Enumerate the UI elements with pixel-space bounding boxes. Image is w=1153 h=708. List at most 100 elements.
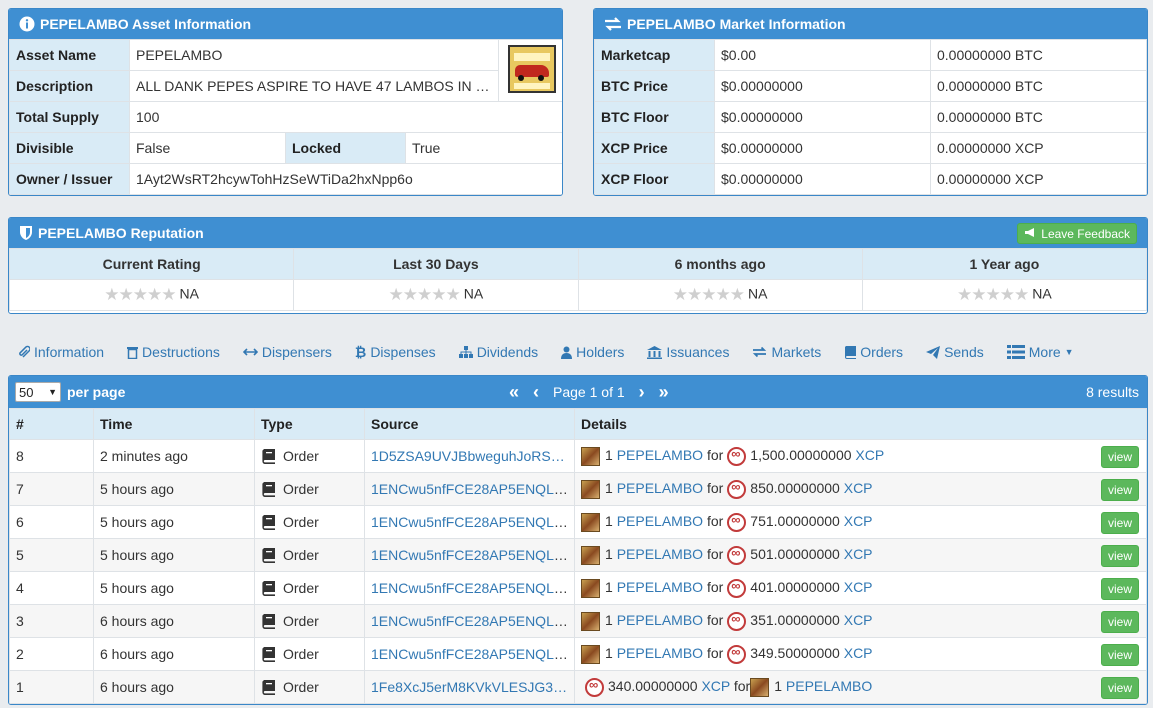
exchange-icon xyxy=(752,346,767,358)
book-icon xyxy=(261,647,276,663)
give-asset-link[interactable]: PEPELAMBO xyxy=(617,546,703,562)
row-type-label: Order xyxy=(283,447,319,464)
give-asset-link[interactable]: PEPELAMBO xyxy=(617,447,703,463)
get-asset-link[interactable]: XCP xyxy=(844,579,873,595)
get-asset-link[interactable]: XCP xyxy=(844,612,873,628)
rep-1year-value: NA xyxy=(1032,285,1052,302)
give-quantity: 1 xyxy=(605,578,613,595)
rep-6months-cell: ★★★★★ NA xyxy=(577,279,863,311)
next-page-icon[interactable]: › xyxy=(639,382,645,403)
asset-thumbnail-icon xyxy=(581,512,600,532)
get-asset-link[interactable]: XCP xyxy=(844,645,873,661)
row-number: 7 xyxy=(9,472,94,506)
asset-info-panel: PEPELAMBO Asset Information Asset Name P… xyxy=(8,8,563,196)
give-asset-link[interactable]: PEPELAMBO xyxy=(617,513,703,529)
give-asset-link[interactable]: PEPELAMBO xyxy=(617,612,703,628)
for-text: for xyxy=(706,611,724,628)
tab-dividends[interactable]: Dividends xyxy=(458,344,538,360)
view-button[interactable]: view xyxy=(1100,578,1139,600)
view-button[interactable]: view xyxy=(1100,545,1139,567)
for-text: for xyxy=(706,479,724,496)
market-label: Marketcap xyxy=(594,39,715,71)
tab-more-dropdown[interactable]: More ▼ xyxy=(1006,344,1074,360)
page-indicator: Page 1 of 1 xyxy=(553,384,625,400)
leave-feedback-button[interactable]: Leave Feedback xyxy=(1017,223,1137,244)
locked-label: Locked xyxy=(285,132,406,164)
per-page-select[interactable]: 50 ▼ xyxy=(15,382,61,402)
tab-dispensers[interactable]: Dispensers xyxy=(242,344,332,360)
row-type: Order xyxy=(254,670,365,704)
pagination: « ‹ Page 1 of 1 › » xyxy=(509,376,669,408)
tab-sends[interactable]: Sends xyxy=(926,344,984,360)
per-page-label: per page xyxy=(67,384,126,400)
give-quantity: 1 xyxy=(605,611,613,628)
get-asset-link[interactable]: XCP xyxy=(844,513,873,529)
xcp-icon xyxy=(727,611,747,631)
view-button[interactable]: view xyxy=(1100,446,1139,468)
asset-image-cell xyxy=(498,39,562,102)
source-address-link[interactable]: 1ENCwu5nfFCE28AP5ENQLi… xyxy=(371,646,571,662)
give-asset-link[interactable]: XCP xyxy=(701,678,730,694)
give-asset-link[interactable]: PEPELAMBO xyxy=(617,579,703,595)
last-page-icon[interactable]: » xyxy=(659,382,669,403)
sitemap-icon xyxy=(458,346,473,358)
view-button[interactable]: view xyxy=(1100,512,1139,534)
select-caret-icon: ▼ xyxy=(48,387,57,397)
exchange-arrows-icon xyxy=(604,16,622,32)
give-asset-link[interactable]: PEPELAMBO xyxy=(617,645,703,661)
tab-dispenses[interactable]: ₿ Dispenses xyxy=(355,344,436,360)
view-button[interactable]: view xyxy=(1100,611,1139,633)
asset-info-header: PEPELAMBO Asset Information xyxy=(9,9,562,39)
source-address-link[interactable]: 1Fe8XcJ5erM8KVkVLESJG3… xyxy=(371,679,567,695)
give-asset-link[interactable]: PEPELAMBO xyxy=(617,480,703,496)
get-quantity: 349.50000000 xyxy=(750,644,840,661)
market-alt-value: 0.00000000 BTC xyxy=(930,39,1147,71)
first-page-icon[interactable]: « xyxy=(509,382,519,403)
get-asset-link[interactable]: PEPELAMBO xyxy=(786,678,872,694)
market-alt-value: 0.00000000 XCP xyxy=(930,132,1147,164)
row-source: 1D5ZSA9UVJBbweguhJoRS… xyxy=(364,439,575,473)
tab-destructions-label: Destructions xyxy=(142,344,220,360)
bitcoin-icon: ₿ xyxy=(354,344,367,360)
bank-icon xyxy=(647,345,663,359)
source-address-link[interactable]: 1ENCwu5nfFCE28AP5ENQLi… xyxy=(371,613,571,629)
view-button[interactable]: view xyxy=(1100,479,1139,501)
asset-card-image[interactable] xyxy=(507,45,556,93)
source-address-link[interactable]: 1ENCwu5nfFCE28AP5ENQLi… xyxy=(371,514,571,530)
tab-dispensers-label: Dispensers xyxy=(261,344,332,360)
tab-issuances[interactable]: Issuances xyxy=(647,344,729,360)
row-details: 340.00000000 XCP for 1 PEPELAMBO view xyxy=(574,670,1147,704)
owner-label: Owner / Issuer xyxy=(9,163,130,195)
rep-current-value: NA xyxy=(179,285,199,302)
tab-markets[interactable]: Markets xyxy=(752,344,821,360)
book-icon xyxy=(261,581,276,597)
asset-info-title: PEPELAMBO Asset Information xyxy=(40,16,252,32)
row-type: Order xyxy=(254,604,365,638)
get-asset-link[interactable]: XCP xyxy=(844,480,873,496)
col-details: Details xyxy=(574,408,1147,440)
source-address-link[interactable]: 1ENCwu5nfFCE28AP5ENQLi… xyxy=(371,547,571,563)
source-address-link[interactable]: 1D5ZSA9UVJBbweguhJoRS… xyxy=(371,448,565,464)
book-icon xyxy=(261,548,276,564)
row-type: Order xyxy=(254,538,365,572)
get-asset-link[interactable]: XCP xyxy=(844,546,873,562)
divisible-label: Divisible xyxy=(9,132,130,164)
tab-holders[interactable]: Holders xyxy=(561,344,624,360)
view-button[interactable]: view xyxy=(1100,677,1139,699)
prev-page-icon[interactable]: ‹ xyxy=(533,382,539,403)
rep-1year-cell: ★★★★★ NA xyxy=(861,279,1147,311)
get-quantity: 1 xyxy=(774,677,783,694)
tab-information[interactable]: Information xyxy=(18,344,104,360)
row-time: 5 hours ago xyxy=(93,505,255,539)
row-type-label: Order xyxy=(283,612,319,629)
row-source: 1ENCwu5nfFCE28AP5ENQLi… xyxy=(364,604,575,638)
rep-6months-value: NA xyxy=(748,285,768,302)
tab-orders[interactable]: Orders xyxy=(844,344,903,360)
view-button[interactable]: view xyxy=(1100,644,1139,666)
tab-destructions[interactable]: Destructions xyxy=(127,344,220,360)
get-asset-link[interactable]: XCP xyxy=(855,447,884,463)
owner-address-link[interactable]: 1Ayt2WsRT2hcywTohHzSeWTiDa2hxNpp6o xyxy=(129,163,562,195)
source-address-link[interactable]: 1ENCwu5nfFCE28AP5ENQLi… xyxy=(371,481,571,497)
source-address-link[interactable]: 1ENCwu5nfFCE28AP5ENQLi… xyxy=(371,580,571,596)
book-icon xyxy=(261,449,276,465)
